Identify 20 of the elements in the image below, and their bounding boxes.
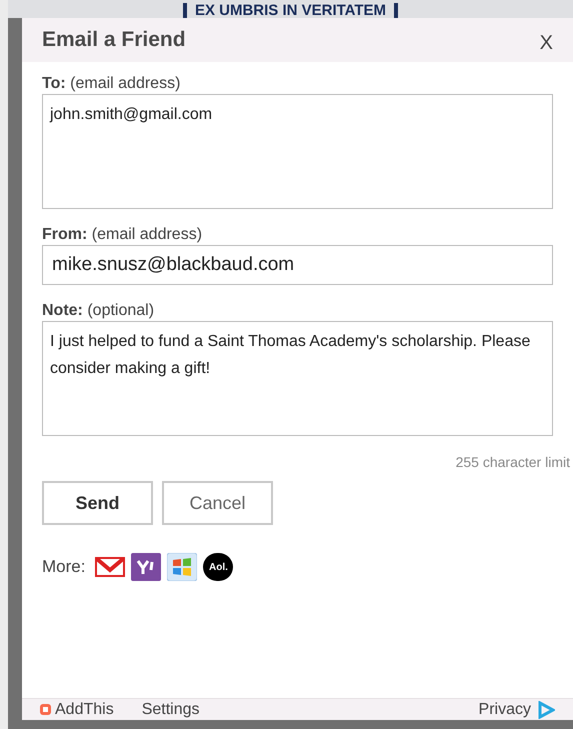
envelope-icon[interactable] [95,555,126,579]
settings-link[interactable]: Settings [142,698,200,722]
field-label: To: (email address) [42,74,182,94]
note-field[interactable]: I just helped to fund a Saint Thomas Academy's scholarship. Please consider making a gift! [42,321,553,436]
send-button[interactable]: Send [42,481,153,525]
field-label: Note: (optional) [42,301,156,321]
addthis-icon [40,704,51,715]
close-button[interactable]: X [540,28,553,58]
sender-field[interactable]: mike.snusz@blackbaud.com [42,245,553,285]
aol-icon[interactable]: Aol. [203,553,234,581]
recipient-field[interactable]: john.smith@gmail.com [42,94,553,209]
privacy-link[interactable]: Privacy [478,698,531,722]
yahoo-icon[interactable] [131,553,162,581]
more-label: More: [42,556,86,578]
character-limit: 255 character limit [454,453,570,472]
cancel-button[interactable]: Cancel [162,481,273,525]
addthis-link[interactable]: AddThis [55,698,114,722]
field-label: From: (email address) [42,225,204,245]
windows-icon[interactable] [167,553,198,581]
dialog-title: Email a Friend [42,27,186,54]
